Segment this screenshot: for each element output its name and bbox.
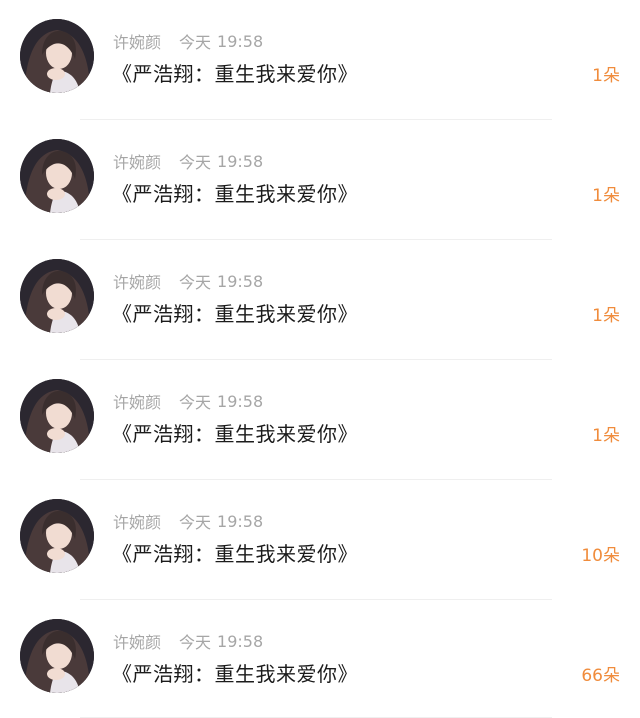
book-title[interactable]: 《严浩翔：重生我来爱你》 [112,418,358,447]
avatar[interactable] [20,499,94,573]
post-meta: 许婉颜 今天 19:58 [113,390,264,413]
post-day: 今天 [179,153,212,172]
author-name: 许婉颜 [113,393,162,412]
avatar[interactable] [20,259,94,333]
author-name: 许婉颜 [113,33,162,52]
author-name: 许婉颜 [113,633,162,652]
book-title[interactable]: 《严浩翔：重生我来爱你》 [112,58,358,87]
post-meta: 许婉颜 今天 19:58 [113,630,264,653]
flower-count: 66朵 [581,666,620,686]
book-title[interactable]: 《严浩翔：重生我来爱你》 [112,658,358,687]
book-title[interactable]: 《严浩翔：重生我来爱你》 [112,178,358,207]
post-meta: 许婉颜 今天 19:58 [113,150,264,173]
post-day: 今天 [179,633,212,652]
list-item[interactable]: 许婉颜 今天 19:58 《严浩翔：重生我来爱你》 10朵 [0,480,640,600]
avatar[interactable] [20,139,94,213]
flower-count: 1朵 [592,66,620,86]
post-time: 19:58 [217,511,264,531]
post-time: 19:58 [217,151,264,171]
avatar[interactable] [20,379,94,453]
book-title[interactable]: 《严浩翔：重生我来爱你》 [112,538,358,567]
avatar[interactable] [20,619,94,693]
post-meta: 许婉颜 今天 19:58 [113,510,264,533]
post-meta: 许婉颜 今天 19:58 [113,270,264,293]
post-time: 19:58 [217,391,264,411]
post-meta: 许婉颜 今天 19:58 [113,30,264,53]
flower-count: 1朵 [592,186,620,206]
post-day: 今天 [179,393,212,412]
flower-count: 1朵 [592,426,620,446]
post-day: 今天 [179,273,212,292]
author-name: 许婉颜 [113,513,162,532]
post-time: 19:58 [217,31,264,51]
author-name: 许婉颜 [113,273,162,292]
flower-count: 10朵 [581,546,620,566]
list-item[interactable]: 许婉颜 今天 19:58 《严浩翔：重生我来爱你》 1朵 [0,240,640,360]
avatar[interactable] [20,19,94,93]
author-name: 许婉颜 [113,153,162,172]
list-item[interactable]: 许婉颜 今天 19:58 《严浩翔：重生我来爱你》 1朵 [0,120,640,240]
flower-count: 1朵 [592,306,620,326]
list-item[interactable]: 许婉颜 今天 19:58 《严浩翔：重生我来爱你》 66朵 [0,600,640,718]
post-day: 今天 [179,33,212,52]
list-item[interactable]: 许婉颜 今天 19:58 《严浩翔：重生我来爱你》 1朵 [0,360,640,480]
post-time: 19:58 [217,271,264,291]
list-item[interactable]: 许婉颜 今天 19:58 《严浩翔：重生我来爱你》 1朵 [0,0,640,120]
gift-record-list: 许婉颜 今天 19:58 《严浩翔：重生我来爱你》 1朵 许婉颜 今天 19:5… [0,0,640,718]
post-time: 19:58 [217,631,264,651]
post-day: 今天 [179,513,212,532]
book-title[interactable]: 《严浩翔：重生我来爱你》 [112,298,358,327]
